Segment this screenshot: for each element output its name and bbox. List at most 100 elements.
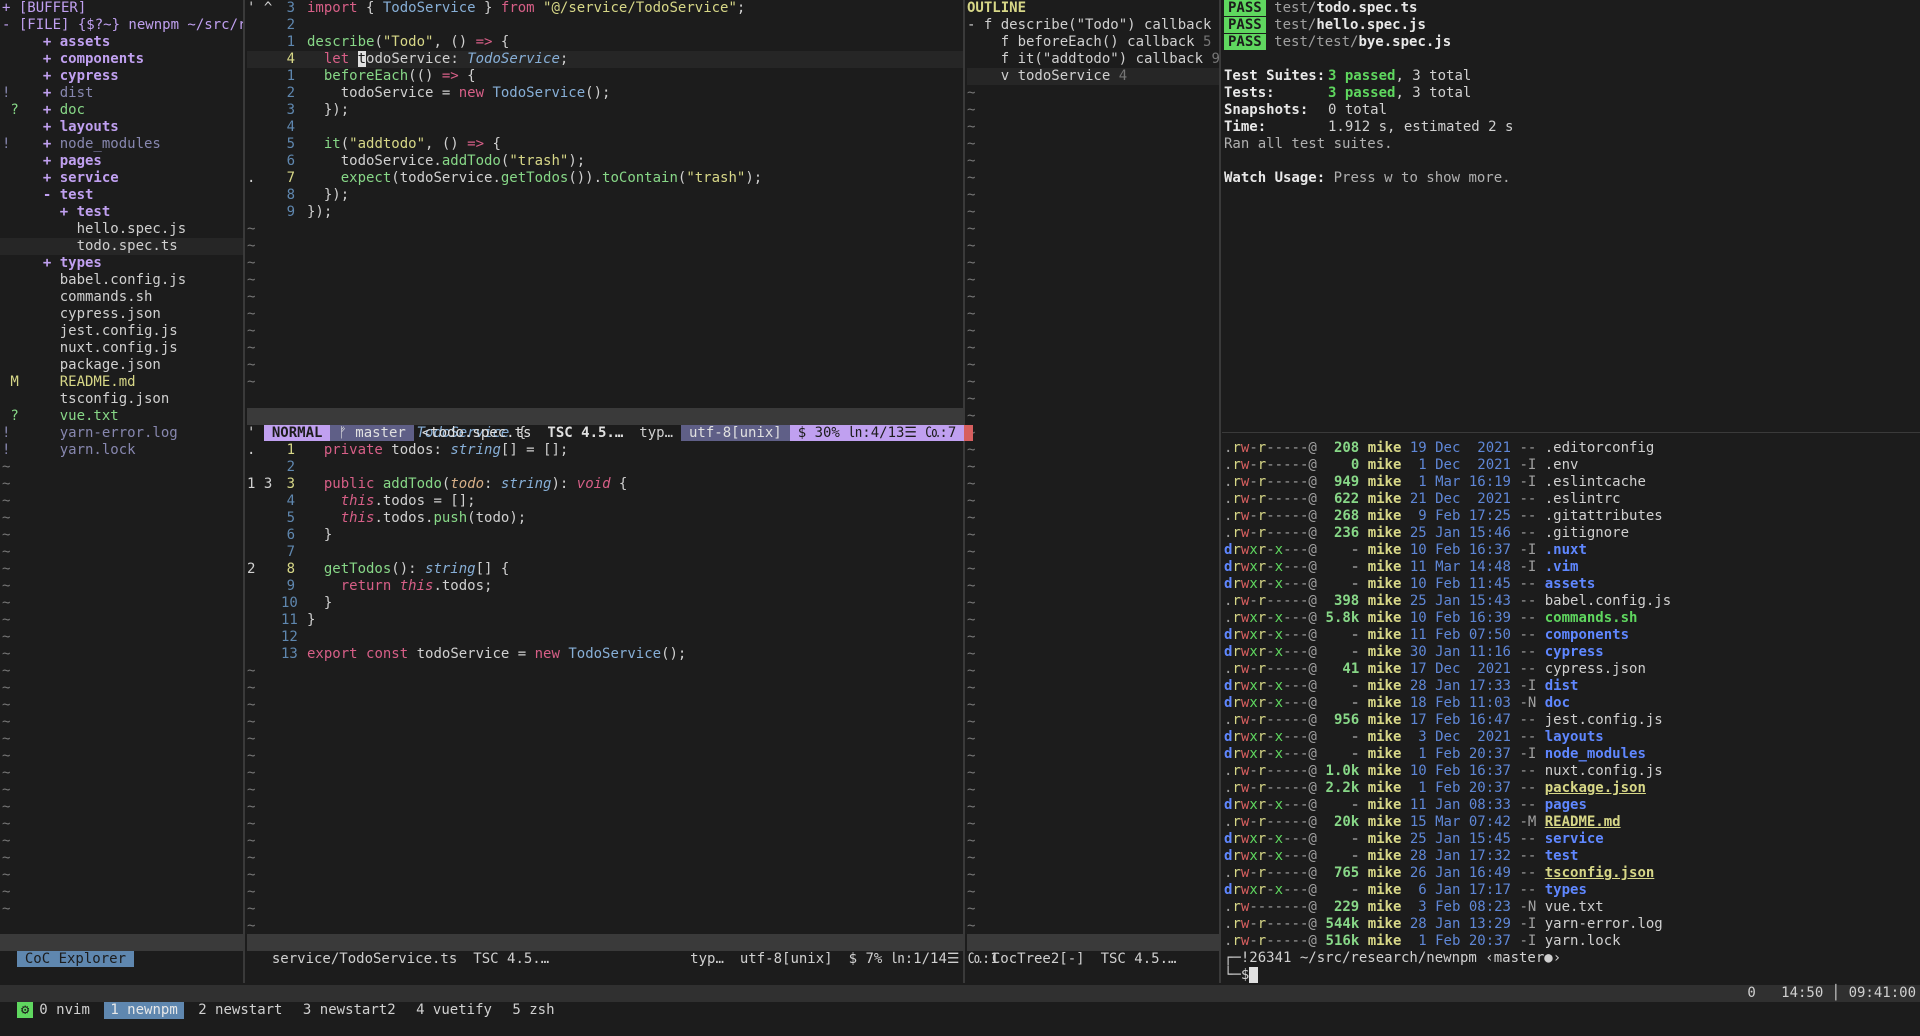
outline-item[interactable]: f it("addtodo") callback 9 [967, 51, 1219, 68]
explorer-item[interactable]: + test [0, 204, 243, 221]
explorer-item[interactable]: cypress.json [0, 306, 243, 323]
explorer-item[interactable]: ! + dist [0, 85, 243, 102]
outline-item[interactable]: - f describe("Todo") callback 3 [967, 17, 1219, 34]
editor-top[interactable]: ' ^ 3 import { TodoService } from "@/servi… [247, 0, 963, 408]
expand-toggle-icon[interactable]: + [43, 102, 60, 118]
git-flag: ! [2, 442, 11, 458]
explorer-item[interactable]: + service [0, 170, 243, 187]
explorer-item[interactable]: tsconfig.json [0, 391, 243, 408]
explorer-item[interactable]: todo.spec.ts [0, 238, 243, 255]
outline-item-line: 4 [1118, 68, 1128, 84]
code-line[interactable]: 8 }); [247, 187, 963, 204]
code-line[interactable]: 5 it("addtodo", () => { [247, 136, 963, 153]
code-line[interactable]: 2 [247, 459, 963, 476]
code-line[interactable]: 2 [247, 17, 963, 34]
empty-line-marker: ~ [967, 119, 976, 135]
code-line[interactable]: 13 export const todoService = new TodoSer… [247, 646, 963, 663]
explorer-item[interactable]: ! yarn.lock [0, 442, 243, 459]
tmux-window-tab[interactable]: 2 newstart [192, 1002, 288, 1019]
explorer-item[interactable]: + components [0, 51, 243, 68]
line-number: 2 [286, 85, 295, 101]
explorer-item[interactable]: M README.md [0, 374, 243, 391]
code-line[interactable]: 1 3 3 public addTodo(todo: string): void … [247, 476, 963, 493]
expand-toggle-icon[interactable]: + [43, 136, 60, 152]
code-line[interactable]: 2 8 getTodos(): string[] { [247, 561, 963, 578]
code-line[interactable]: 4 [247, 119, 963, 136]
empty-line-marker: ~ [967, 731, 976, 747]
ls-permissions: drwxr-x---@ [1224, 678, 1317, 694]
code-line[interactable]: 2 todoService = new TodoService(); [247, 85, 963, 102]
empty-line-marker: ~ [2, 850, 11, 866]
code-line[interactable]: 4 let todoService: TodoService; [247, 51, 963, 68]
explorer-file-header[interactable]: - [FILE] {$?~} newnpm ~/src/re [0, 17, 243, 34]
code-line[interactable]: 9 return this.todos; [247, 578, 963, 595]
ls-filename: .editorconfig [1544, 440, 1655, 456]
explorer-item[interactable]: + layouts [0, 119, 243, 136]
code-line[interactable]: ' ^ 3 import { TodoService } from "@/servi… [247, 0, 963, 17]
test-output-pane: PASS test/todo.spec.ts PASS test/hello.sp… [1224, 0, 1920, 430]
explorer-item[interactable]: package.json [0, 357, 243, 374]
editor-bottom[interactable]: ' ^1export class TodoService {.1 private… [247, 425, 963, 935]
code-line[interactable]: . 1 private todos: string[] = []; [247, 442, 963, 459]
explorer-item[interactable]: ? vue.txt [0, 408, 243, 425]
code-line[interactable]: 1 describe("Todo", () => { [247, 34, 963, 51]
code-line[interactable]: 6 } [247, 527, 963, 544]
code-text: }); [307, 187, 350, 203]
explorer-item[interactable]: commands.sh [0, 289, 243, 306]
status-filetype: typ… [639, 425, 673, 441]
code-line[interactable]: 7 [247, 544, 963, 561]
tmux-window-tab[interactable]: 3 newstart2 [297, 1002, 402, 1019]
explorer-item[interactable]: + assets [0, 34, 243, 51]
code-line[interactable]: 11} [247, 612, 963, 629]
expand-toggle-icon[interactable]: + [43, 85, 60, 101]
explorer-item[interactable]: + cypress [0, 68, 243, 85]
expand-toggle-icon[interactable]: + [43, 153, 60, 169]
explorer-item[interactable]: ! yarn-error.log [0, 425, 243, 442]
explorer-item[interactable]: jest.config.js [0, 323, 243, 340]
empty-line-marker: ~ [247, 901, 256, 917]
code-line[interactable]: . 7 expect(todoService.getTodos()).toCont… [247, 170, 963, 187]
code-line[interactable]: 9}); [247, 204, 963, 221]
expand-toggle-icon[interactable]: + [43, 255, 60, 271]
explorer-item[interactable]: hello.spec.js [0, 221, 243, 238]
explorer-item[interactable]: babel.config.js [0, 272, 243, 289]
expand-toggle-icon[interactable]: + [43, 170, 60, 186]
empty-line-marker: ~ [247, 323, 256, 339]
code-line[interactable]: 12 [247, 629, 963, 646]
tmux-window-tab[interactable]: 4 vuetify [410, 1002, 498, 1019]
tmux-window-tab[interactable]: 0 nvim [33, 1002, 96, 1019]
code-line[interactable]: 10 } [247, 595, 963, 612]
expand-toggle-icon[interactable]: - [43, 187, 60, 203]
explorer-buffer-header[interactable]: + [BUFFER] [0, 0, 243, 17]
code-line[interactable]: 5 this.todos.push(todo); [247, 510, 963, 527]
shell-prompt-line2[interactable]: └─$ [1224, 967, 1920, 984]
expand-toggle-icon[interactable]: + [43, 34, 60, 50]
ls-filename: types [1544, 882, 1587, 898]
explorer-item[interactable]: ! + node_modules [0, 136, 243, 153]
ls-filename: yarn-error.log [1544, 916, 1663, 932]
explorer-item[interactable]: + types [0, 255, 243, 272]
outline-item[interactable]: f beforeEach() callback 5 [967, 34, 1219, 51]
code-line[interactable]: 6 todoService.addTodo("trash"); [247, 153, 963, 170]
empty-line-marker: ~ [967, 255, 976, 271]
ls-permissions: drwxr-x---@ [1224, 882, 1317, 898]
tmux-window-tab[interactable]: 5 zsh [506, 1002, 560, 1019]
code-line[interactable]: 3 }); [247, 102, 963, 119]
outline-item[interactable]: v todoService 4 [967, 68, 1219, 85]
expand-toggle-icon[interactable]: + [43, 51, 60, 67]
explorer-item[interactable]: nuxt.config.js [0, 340, 243, 357]
tmux-window-tab[interactable]: 1 newnpm [104, 1002, 184, 1019]
empty-line-marker: ~ [2, 680, 11, 696]
code-line[interactable]: 4 this.todos = []; [247, 493, 963, 510]
explorer-item[interactable]: - test [0, 187, 243, 204]
explorer-item-name: assets [59, 34, 111, 50]
expand-toggle-icon[interactable]: + [60, 204, 77, 220]
explorer-item[interactable]: ? + doc [0, 102, 243, 119]
expand-toggle-icon[interactable]: + [43, 68, 60, 84]
expand-toggle-icon[interactable]: + [43, 119, 60, 135]
explorer-item-name: vue.txt [59, 408, 119, 424]
explorer-item[interactable]: + pages [0, 153, 243, 170]
empty-line-marker: ~ [967, 170, 976, 186]
listing-pane[interactable]: .rw-r-----@ 208 mike 19 Dec 2021 -- .edi… [1224, 440, 1920, 985]
code-line[interactable]: 1 beforeEach(() => { [247, 68, 963, 85]
